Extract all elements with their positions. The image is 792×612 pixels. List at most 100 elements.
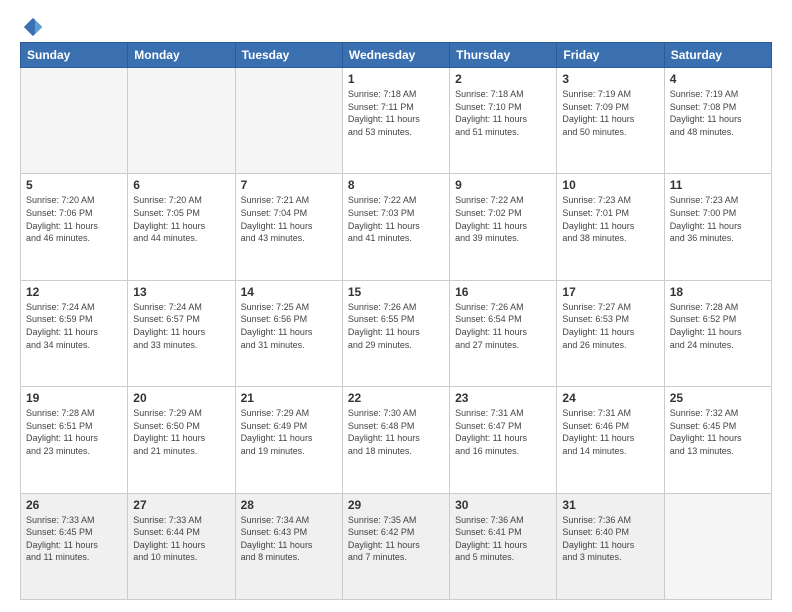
day-number: 14 xyxy=(241,285,337,299)
day-number: 12 xyxy=(26,285,122,299)
calendar-cell: 21 Sunrise: 7:29 AM Sunset: 6:49 PM Dayli… xyxy=(235,387,342,493)
day-info: Sunrise: 7:20 AM Sunset: 7:06 PM Dayligh… xyxy=(26,194,122,244)
day-info: Sunrise: 7:33 AM Sunset: 6:44 PM Dayligh… xyxy=(133,514,229,564)
calendar-cell: 23Sunrise: 7:31 AM Sunset: 6:47 PM Dayli… xyxy=(450,387,557,493)
day-number: 18 xyxy=(670,285,766,299)
calendar-cell: 6 Sunrise: 7:20 AM Sunset: 7:05 PM Daylig… xyxy=(128,174,235,280)
day-number: 2 xyxy=(455,72,551,86)
day-number: 6 xyxy=(133,178,229,192)
day-info: Sunrise: 7:31 AM Sunset: 6:46 PM Dayligh… xyxy=(562,407,658,457)
calendar-cell: 9 Sunrise: 7:22 AM Sunset: 7:02 PM Daylig… xyxy=(450,174,557,280)
weekday-header: Sunday xyxy=(21,43,128,68)
day-number: 27 xyxy=(133,498,229,512)
day-number: 5 xyxy=(26,178,122,192)
calendar-cell: 22 Sunrise: 7:30 AM Sunset: 6:48 PM Dayli… xyxy=(342,387,449,493)
day-info: Sunrise: 7:23 AM Sunset: 7:01 PM Dayligh… xyxy=(562,194,658,244)
calendar-table: SundayMondayTuesdayWednesdayThursdayFrid… xyxy=(20,42,772,600)
day-number: 11 xyxy=(670,178,766,192)
calendar-cell xyxy=(235,68,342,174)
day-number: 28 xyxy=(241,498,337,512)
day-info: Sunrise: 7:26 AM Sunset: 6:54 PM Dayligh… xyxy=(455,301,551,351)
calendar-cell: 1Sunrise: 7:18 AM Sunset: 7:11 PM Daylig… xyxy=(342,68,449,174)
calendar-cell xyxy=(128,68,235,174)
day-number: 16 xyxy=(455,285,551,299)
day-info: Sunrise: 7:36 AM Sunset: 6:41 PM Dayligh… xyxy=(455,514,551,564)
day-number: 25 xyxy=(670,391,766,405)
day-number: 13 xyxy=(133,285,229,299)
calendar-cell: 29 Sunrise: 7:35 AM Sunset: 6:42 PM Dayli… xyxy=(342,493,449,599)
day-number: 7 xyxy=(241,178,337,192)
calendar-cell: 5 Sunrise: 7:20 AM Sunset: 7:06 PM Daylig… xyxy=(21,174,128,280)
calendar-cell: 15 Sunrise: 7:26 AM Sunset: 6:55 PM Dayli… xyxy=(342,280,449,386)
day-number: 31 xyxy=(562,498,658,512)
calendar-cell: 13 Sunrise: 7:24 AM Sunset: 6:57 PM Dayli… xyxy=(128,280,235,386)
calendar-cell: 16 Sunrise: 7:26 AM Sunset: 6:54 PM Dayli… xyxy=(450,280,557,386)
day-number: 9 xyxy=(455,178,551,192)
day-number: 15 xyxy=(348,285,444,299)
day-info: Sunrise: 7:22 AM Sunset: 7:02 PM Dayligh… xyxy=(455,194,551,244)
day-info: Sunrise: 7:20 AM Sunset: 7:05 PM Dayligh… xyxy=(133,194,229,244)
day-info: Sunrise: 7:35 AM Sunset: 6:42 PM Dayligh… xyxy=(348,514,444,564)
day-info: Sunrise: 7:25 AM Sunset: 6:56 PM Dayligh… xyxy=(241,301,337,351)
day-info: Sunrise: 7:23 AM Sunset: 7:00 PM Dayligh… xyxy=(670,194,766,244)
day-info: Sunrise: 7:26 AM Sunset: 6:55 PM Dayligh… xyxy=(348,301,444,351)
calendar-cell: 27 Sunrise: 7:33 AM Sunset: 6:44 PM Dayli… xyxy=(128,493,235,599)
day-number: 21 xyxy=(241,391,337,405)
day-number: 10 xyxy=(562,178,658,192)
day-number: 29 xyxy=(348,498,444,512)
day-number: 26 xyxy=(26,498,122,512)
weekday-header: Wednesday xyxy=(342,43,449,68)
weekday-header: Saturday xyxy=(664,43,771,68)
day-number: 23 xyxy=(455,391,551,405)
day-info: Sunrise: 7:34 AM Sunset: 6:43 PM Dayligh… xyxy=(241,514,337,564)
day-info: Sunrise: 7:18 AM Sunset: 7:11 PM Dayligh… xyxy=(348,88,444,138)
calendar-cell: 8 Sunrise: 7:22 AM Sunset: 7:03 PM Daylig… xyxy=(342,174,449,280)
day-number: 22 xyxy=(348,391,444,405)
calendar-cell: 18 Sunrise: 7:28 AM Sunset: 6:52 PM Dayli… xyxy=(664,280,771,386)
day-number: 8 xyxy=(348,178,444,192)
calendar-cell: 20 Sunrise: 7:29 AM Sunset: 6:50 PM Dayli… xyxy=(128,387,235,493)
day-info: Sunrise: 7:19 AM Sunset: 7:09 PM Dayligh… xyxy=(562,88,658,138)
day-info: Sunrise: 7:18 AM Sunset: 7:10 PM Dayligh… xyxy=(455,88,551,138)
day-info: Sunrise: 7:33 AM Sunset: 6:45 PM Dayligh… xyxy=(26,514,122,564)
weekday-header: Tuesday xyxy=(235,43,342,68)
day-number: 30 xyxy=(455,498,551,512)
weekday-header: Monday xyxy=(128,43,235,68)
weekday-header: Thursday xyxy=(450,43,557,68)
calendar-cell: 3 Sunrise: 7:19 AM Sunset: 7:09 PM Daylig… xyxy=(557,68,664,174)
calendar-cell xyxy=(21,68,128,174)
calendar-cell: 2 Sunrise: 7:18 AM Sunset: 7:10 PM Daylig… xyxy=(450,68,557,174)
day-number: 17 xyxy=(562,285,658,299)
day-info: Sunrise: 7:30 AM Sunset: 6:48 PM Dayligh… xyxy=(348,407,444,457)
day-info: Sunrise: 7:22 AM Sunset: 7:03 PM Dayligh… xyxy=(348,194,444,244)
day-info: Sunrise: 7:32 AM Sunset: 6:45 PM Dayligh… xyxy=(670,407,766,457)
header xyxy=(20,16,772,34)
day-number: 20 xyxy=(133,391,229,405)
day-number: 4 xyxy=(670,72,766,86)
calendar-cell: 24 Sunrise: 7:31 AM Sunset: 6:46 PM Dayli… xyxy=(557,387,664,493)
calendar-cell: 26 Sunrise: 7:33 AM Sunset: 6:45 PM Dayli… xyxy=(21,493,128,599)
page: SundayMondayTuesdayWednesdayThursdayFrid… xyxy=(0,0,792,612)
calendar-cell: 19 Sunrise: 7:28 AM Sunset: 6:51 PM Dayli… xyxy=(21,387,128,493)
day-info: Sunrise: 7:28 AM Sunset: 6:51 PM Dayligh… xyxy=(26,407,122,457)
calendar-cell: 30 Sunrise: 7:36 AM Sunset: 6:41 PM Dayli… xyxy=(450,493,557,599)
day-number: 19 xyxy=(26,391,122,405)
calendar-cell xyxy=(664,493,771,599)
day-number: 24 xyxy=(562,391,658,405)
day-info: Sunrise: 7:29 AM Sunset: 6:49 PM Dayligh… xyxy=(241,407,337,457)
calendar-cell: 28 Sunrise: 7:34 AM Sunset: 6:43 PM Dayli… xyxy=(235,493,342,599)
weekday-header: Friday xyxy=(557,43,664,68)
calendar-header-row: SundayMondayTuesdayWednesdayThursdayFrid… xyxy=(21,43,772,68)
calendar-cell: 17 Sunrise: 7:27 AM Sunset: 6:53 PM Dayli… xyxy=(557,280,664,386)
day-info: Sunrise: 7:27 AM Sunset: 6:53 PM Dayligh… xyxy=(562,301,658,351)
logo xyxy=(20,16,44,34)
day-number: 3 xyxy=(562,72,658,86)
calendar-cell: 4Sunrise: 7:19 AM Sunset: 7:08 PM Daylig… xyxy=(664,68,771,174)
calendar-cell: 10 Sunrise: 7:23 AM Sunset: 7:01 PM Dayli… xyxy=(557,174,664,280)
day-info: Sunrise: 7:29 AM Sunset: 6:50 PM Dayligh… xyxy=(133,407,229,457)
logo-icon xyxy=(22,16,44,38)
day-info: Sunrise: 7:28 AM Sunset: 6:52 PM Dayligh… xyxy=(670,301,766,351)
day-info: Sunrise: 7:21 AM Sunset: 7:04 PM Dayligh… xyxy=(241,194,337,244)
day-info: Sunrise: 7:24 AM Sunset: 6:57 PM Dayligh… xyxy=(133,301,229,351)
day-info: Sunrise: 7:36 AM Sunset: 6:40 PM Dayligh… xyxy=(562,514,658,564)
